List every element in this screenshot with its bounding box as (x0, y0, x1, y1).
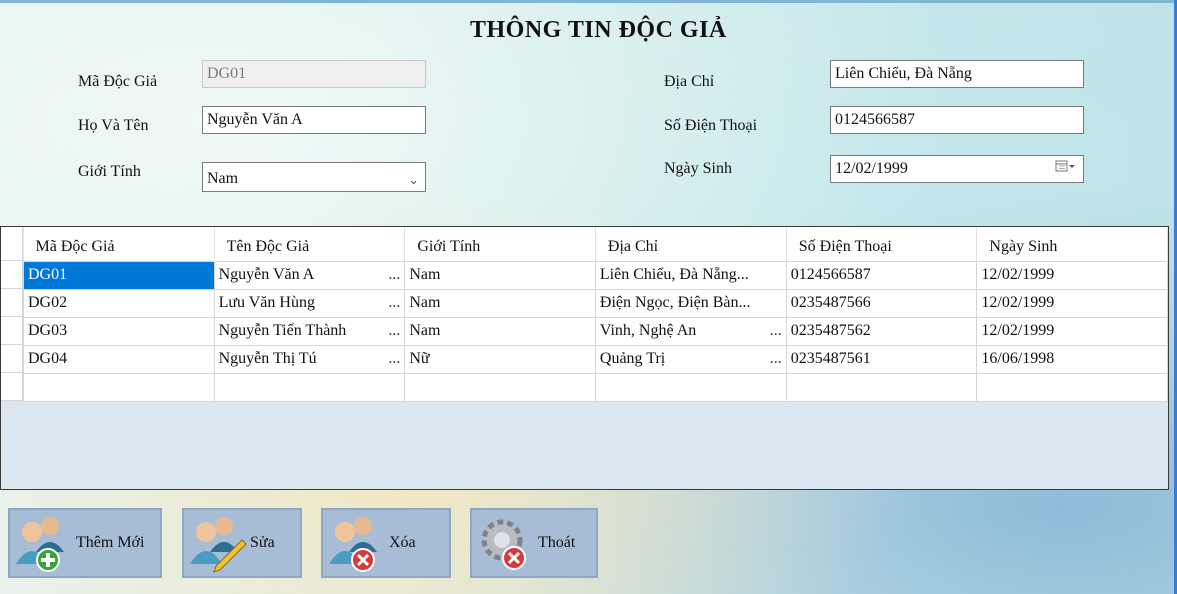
row-header-column (1, 227, 23, 401)
cell-ellipsis: ... (388, 294, 401, 311)
cell-ngay-sinh[interactable]: 12/02/1999 (976, 260, 1168, 290)
cell-ten-text: Nguyễn Văn A (218, 266, 315, 283)
cell-ma[interactable]: DG03 (23, 316, 215, 346)
cell-gioi-tinh[interactable]: Nam (404, 260, 596, 290)
cell-ma[interactable]: DG02 (23, 288, 215, 318)
xoa-label: Xóa (389, 534, 416, 551)
xoa-button[interactable]: Xóa (321, 508, 451, 578)
cell-ellipsis: ... (769, 350, 782, 367)
cell-ngay-sinh[interactable]: 16/06/1998 (976, 344, 1168, 374)
dia-chi-label: Địa Chỉ (664, 73, 715, 90)
gioi-tinh-selected-value: Nam (207, 170, 239, 187)
edit-user-icon (186, 512, 248, 574)
cell-empty[interactable] (976, 372, 1168, 402)
cell-dia-chi[interactable]: Vinh, Nghệ An... (594, 316, 787, 346)
calendar-icon[interactable] (1055, 158, 1077, 181)
cell-dia-chi-text: Vinh, Nghệ An (599, 322, 697, 339)
them-moi-label: Thêm Mới (76, 534, 145, 551)
column-header-dia-chi[interactable]: Địa Chỉ (595, 227, 787, 261)
table-row[interactable]: DG02 Lưu Văn Hùng... Nam Điện Ngọc, Điện… (23, 288, 1168, 318)
exit-gear-icon (474, 512, 536, 574)
window-top-edge (0, 0, 1177, 3)
cell-ellipsis: ... (388, 350, 401, 367)
column-header-ma[interactable]: Mã Độc Giả (23, 227, 215, 261)
ngay-sinh-datepicker[interactable]: 12/02/1999 (830, 155, 1084, 183)
cell-sdt[interactable]: 0124566587 (785, 260, 978, 290)
cell-ma[interactable]: DG01 (23, 260, 215, 290)
page-title: THÔNG TIN ĐỘC GIẢ (470, 17, 727, 43)
cell-dia-chi[interactable]: Liên Chiểu, Đà Nẵng... (594, 260, 787, 290)
cell-empty[interactable] (23, 372, 215, 402)
table-row[interactable]: DG03 Nguyễn Tiến Thành... Nam Vinh, Nghệ… (23, 316, 1168, 346)
thoat-button[interactable]: Thoát (470, 508, 598, 578)
ho-va-ten-input[interactable]: Nguyễn Văn A (202, 106, 426, 134)
column-header-ten[interactable]: Tên Độc Giả (214, 227, 406, 261)
cell-ngay-sinh[interactable]: 12/02/1999 (976, 288, 1168, 318)
add-user-icon (12, 512, 74, 574)
cell-ellipsis: ... (769, 322, 782, 339)
ma-doc-gia-input[interactable]: DG01 (202, 60, 426, 88)
cell-gioi-tinh[interactable]: Nữ (404, 344, 596, 374)
cell-ten[interactable]: Lưu Văn Hùng... (213, 288, 406, 318)
sua-button[interactable]: Sửa (182, 508, 302, 578)
cell-empty[interactable] (213, 372, 406, 402)
cell-ten-text: Nguyễn Thị Tú (218, 350, 317, 367)
gioi-tinh-select[interactable]: Nam ⌄ (202, 162, 426, 192)
cell-gioi-tinh[interactable]: Nam (404, 288, 596, 318)
table-row[interactable]: DG01 Nguyễn Văn A... Nam Liên Chiểu, Đà … (23, 260, 1168, 290)
so-dien-thoai-label: Số Điện Thoại (664, 117, 758, 134)
ngay-sinh-label: Ngày Sinh (664, 160, 732, 177)
them-moi-button[interactable]: Thêm Mới (8, 508, 162, 578)
cell-empty[interactable] (594, 372, 787, 402)
cell-ten[interactable]: Nguyễn Tiến Thành... (213, 316, 406, 346)
ngay-sinh-value: 12/02/1999 (835, 160, 908, 177)
cell-dia-chi[interactable]: Điện Ngọc, Điện Bàn... (594, 288, 787, 318)
cell-ten[interactable]: Nguyễn Thị Tú... (213, 344, 406, 374)
thoat-label: Thoát (538, 534, 576, 551)
cell-ten-text: Lưu Văn Hùng (218, 294, 315, 311)
cell-ellipsis: ... (388, 266, 401, 283)
delete-user-icon (325, 512, 387, 574)
column-header-gioi-tinh[interactable]: Giới Tính (404, 227, 596, 261)
cell-ngay-sinh[interactable]: 12/02/1999 (976, 316, 1168, 346)
column-header-sdt[interactable]: Số Điện Thoại (786, 227, 978, 261)
sua-label: Sửa (250, 534, 275, 551)
ho-va-ten-label: Họ Và Tên (78, 117, 149, 134)
doc-gia-grid[interactable]: Mã Độc Giả Tên Độc Giả Giới Tính Địa Chỉ… (0, 226, 1169, 490)
cell-ten[interactable]: Nguyễn Văn A... (213, 260, 406, 290)
cell-empty[interactable] (785, 372, 978, 402)
table-row[interactable]: DG04 Nguyễn Thị Tú... Nữ Quảng Trị... 02… (23, 344, 1168, 374)
ma-doc-gia-label: Mã Độc Giả (78, 73, 158, 90)
chevron-down-icon[interactable]: ⌄ (408, 169, 419, 191)
cell-dia-chi[interactable]: Quảng Trị... (594, 344, 787, 374)
cell-empty[interactable] (404, 372, 596, 402)
cell-ma[interactable]: DG04 (23, 344, 215, 374)
cell-sdt[interactable]: 0235487561 (785, 344, 978, 374)
table-new-row[interactable] (23, 372, 1168, 402)
cell-gioi-tinh[interactable]: Nam (404, 316, 596, 346)
table-header-row: Mã Độc Giả Tên Độc Giả Giới Tính Địa Chỉ… (23, 227, 1168, 261)
cell-dia-chi-text: Quảng Trị (599, 350, 666, 367)
gioi-tinh-label: Giới Tính (78, 163, 141, 180)
cell-sdt[interactable]: 0235487566 (785, 288, 978, 318)
cell-ten-text: Nguyễn Tiến Thành (218, 322, 347, 339)
so-dien-thoai-input[interactable]: 0124566587 (830, 106, 1084, 134)
cell-sdt[interactable]: 0235487562 (785, 316, 978, 346)
dia-chi-input[interactable]: Liên Chiểu, Đà Nẵng (830, 60, 1084, 88)
doc-gia-table: Mã Độc Giả Tên Độc Giả Giới Tính Địa Chỉ… (23, 227, 1168, 402)
column-header-ngay-sinh[interactable]: Ngày Sinh (976, 227, 1168, 261)
cell-ellipsis: ... (388, 322, 401, 339)
